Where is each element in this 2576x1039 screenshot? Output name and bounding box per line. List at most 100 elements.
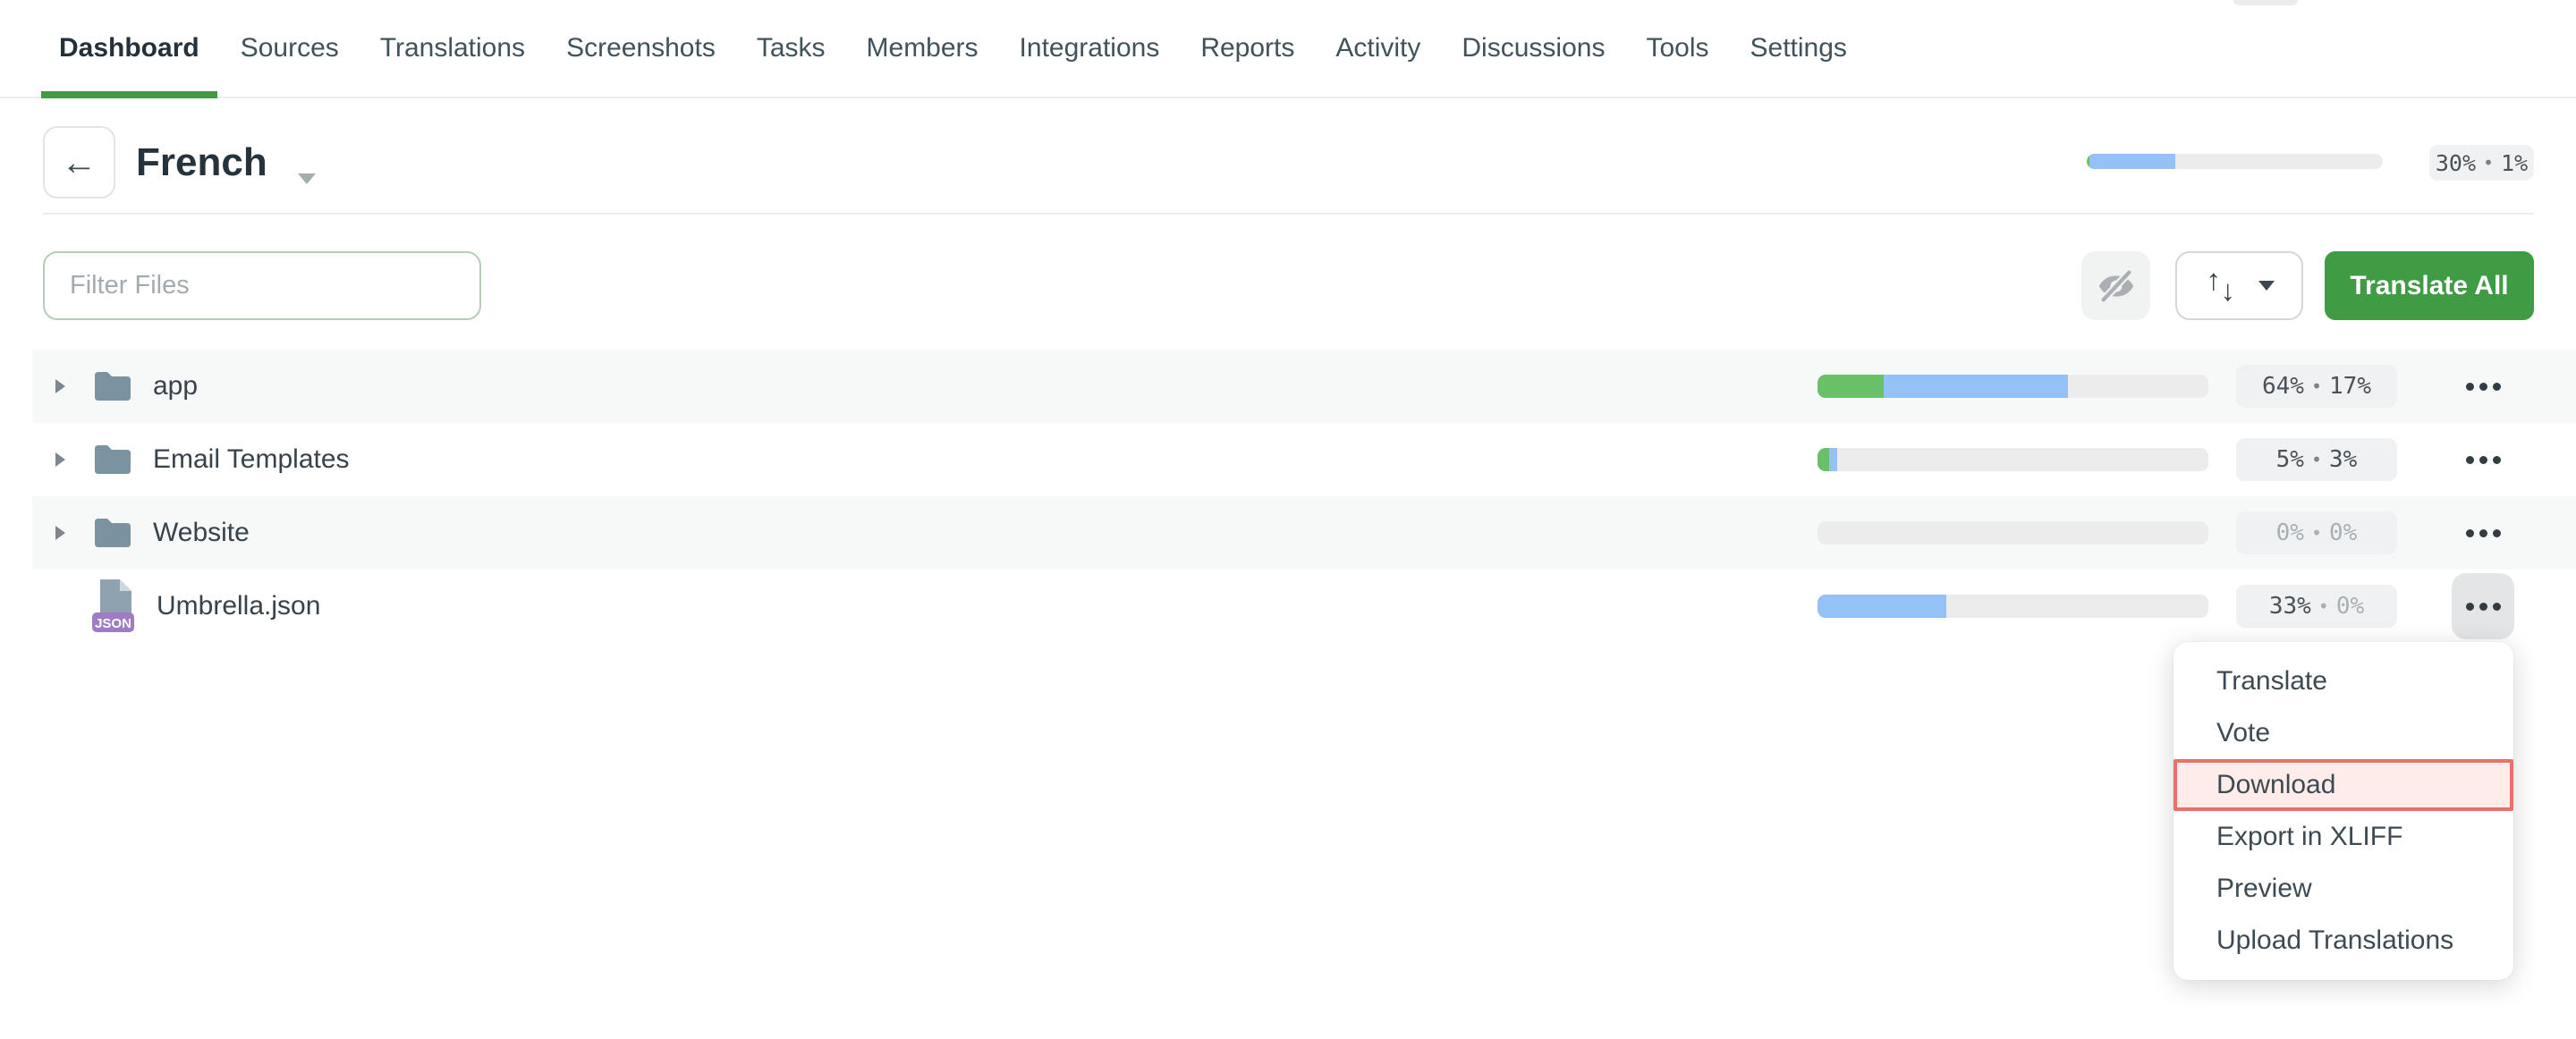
expand-caret-icon[interactable] [55, 379, 74, 393]
nav-item-label: Sources [241, 33, 339, 63]
nav-item-label: Translations [380, 33, 525, 63]
nav-item-label: Dashboard [59, 33, 199, 63]
nav-item-label: Tasks [757, 33, 826, 63]
file-name[interactable]: Umbrella.json [157, 591, 320, 621]
translated-percent: 33% [2269, 593, 2311, 620]
dot-separator: • [2483, 152, 2494, 173]
nav-item-label: Reports [1200, 33, 1294, 63]
expand-caret-icon[interactable] [55, 452, 74, 467]
file-context-menu: Translate Vote Download Export in XLIFF … [2174, 642, 2513, 980]
file-row-app[interactable]: JSON app 64% • 17% [32, 350, 2576, 423]
translated-progress-segment [1829, 448, 1837, 471]
language-progress-badge: 30% • 1% [2429, 145, 2534, 181]
file-progress-badge: 5% • 3% [2236, 438, 2397, 481]
nav-item-tasks[interactable]: Tasks [739, 0, 843, 97]
file-progress-badge: 0% • 0% [2236, 511, 2397, 554]
json-file-icon: JSON [92, 579, 137, 634]
folder-icon [92, 369, 133, 403]
hide-completed-button[interactable] [2081, 251, 2150, 320]
crowdin-language-dashboard: Dashboard Sources Translations Screensho… [0, 0, 2576, 1039]
approved-percent: 0% [2329, 520, 2357, 546]
arrow-down-icon: ↓ [2221, 275, 2236, 305]
nav-item-reports[interactable]: Reports [1182, 0, 1312, 97]
approved-percent: 17% [2329, 373, 2371, 400]
folder-icon [92, 516, 133, 550]
arrow-up-icon: ↑ [2207, 265, 2222, 294]
menu-item-label: Download [2216, 770, 2335, 800]
dot-separator: • [2311, 449, 2322, 470]
nav-item-label: Tools [1646, 33, 1708, 63]
nav-item-screenshots[interactable]: Screenshots [548, 0, 733, 97]
file-row-umbrella-json[interactable]: JSON Umbrella.json 33% • 0% [32, 570, 2576, 643]
translated-progress-segment [1818, 595, 1946, 618]
dot-separator: • [2311, 522, 2322, 544]
nav-item-activity[interactable]: Activity [1318, 0, 1438, 97]
sort-arrows-icon: ↑ ↓ [2205, 265, 2242, 308]
dot-separator: • [2318, 596, 2329, 617]
file-menu-button[interactable] [2452, 353, 2514, 419]
translate-all-button[interactable]: Translate All [2325, 251, 2534, 320]
ellipsis-icon [2466, 456, 2501, 464]
menu-item-vote[interactable]: Vote [2174, 707, 2513, 759]
nav-item-label: Screenshots [566, 33, 716, 63]
approved-progress-segment [1818, 448, 1829, 471]
nav-item-label: Discussions [1462, 33, 1605, 63]
expand-caret-icon[interactable] [55, 526, 74, 540]
file-name[interactable]: Email Templates [153, 444, 350, 475]
menu-item-upload-translations[interactable]: Upload Translations [2174, 915, 2513, 967]
file-menu-button[interactable] [2452, 427, 2514, 493]
file-name[interactable]: Website [153, 518, 250, 548]
nav-item-label: Activity [1335, 33, 1420, 63]
translated-percent: 30% [2436, 150, 2476, 176]
translated-percent: 5% [2276, 446, 2304, 473]
filter-files-input[interactable] [43, 251, 481, 320]
file-name[interactable]: app [153, 371, 198, 401]
nav-items: Dashboard Sources Translations Screensho… [0, 0, 2576, 97]
file-row-email-templates[interactable]: JSON Email Templates 5% • 3% [32, 423, 2576, 496]
nav-item-sources[interactable]: Sources [223, 0, 357, 97]
nav-item-label: Settings [1750, 33, 1847, 63]
file-progress-badge: 64% • 17% [2236, 365, 2397, 408]
file-menu-button[interactable] [2452, 573, 2514, 639]
file-menu-button[interactable] [2452, 500, 2514, 566]
nav-item-dashboard[interactable]: Dashboard [41, 0, 217, 97]
menu-item-preview[interactable]: Preview [2174, 863, 2513, 915]
translated-progress-segment [2089, 154, 2175, 169]
file-progress-bar [1818, 521, 2208, 545]
nav-item-translations[interactable]: Translations [362, 0, 543, 97]
ellipsis-icon [2466, 383, 2501, 391]
approved-progress-segment [1818, 375, 1884, 398]
menu-item-label: Upload Translations [2216, 925, 2453, 956]
project-nav: Dashboard Sources Translations Screensho… [0, 0, 2576, 98]
file-list: JSON app 64% • 17% [32, 350, 2576, 643]
folder-icon [92, 443, 133, 477]
dot-separator: • [2311, 376, 2322, 397]
arrow-left-icon: ← [62, 145, 97, 181]
nav-item-label: Integrations [1020, 33, 1160, 63]
chevron-down-icon [2258, 281, 2275, 291]
menu-item-label: Translate [2216, 666, 2327, 697]
menu-item-label: Vote [2216, 718, 2270, 748]
nav-item-integrations[interactable]: Integrations [1002, 0, 1178, 97]
files-toolbar: ↑ ↓ Translate All [0, 215, 2576, 350]
language-switch-chevron-down-icon[interactable] [298, 173, 316, 184]
approved-percent: 0% [2336, 593, 2364, 620]
sort-button[interactable]: ↑ ↓ [2175, 251, 2303, 320]
approved-percent: 1% [2501, 150, 2528, 176]
nav-item-settings[interactable]: Settings [1733, 0, 1865, 97]
translated-progress-segment [1884, 375, 2067, 398]
ellipsis-icon [2466, 603, 2501, 611]
nav-item-tools[interactable]: Tools [1628, 0, 1726, 97]
language-progress-bar [2087, 154, 2383, 169]
file-row-website[interactable]: JSON Website 0% • 0% [32, 496, 2576, 570]
page-title: French [136, 141, 267, 184]
menu-item-download[interactable]: Download [2174, 759, 2513, 811]
nav-item-members[interactable]: Members [849, 0, 996, 97]
menu-items: Translate Vote Download Export in XLIFF … [2174, 655, 2513, 967]
menu-item-export-in-xliff[interactable]: Export in XLIFF [2174, 811, 2513, 863]
active-tab-underline [41, 91, 217, 98]
menu-item-translate[interactable]: Translate [2174, 655, 2513, 707]
nav-item-discussions[interactable]: Discussions [1444, 0, 1623, 97]
translated-percent: 0% [2276, 520, 2304, 546]
back-button[interactable]: ← [43, 126, 115, 199]
